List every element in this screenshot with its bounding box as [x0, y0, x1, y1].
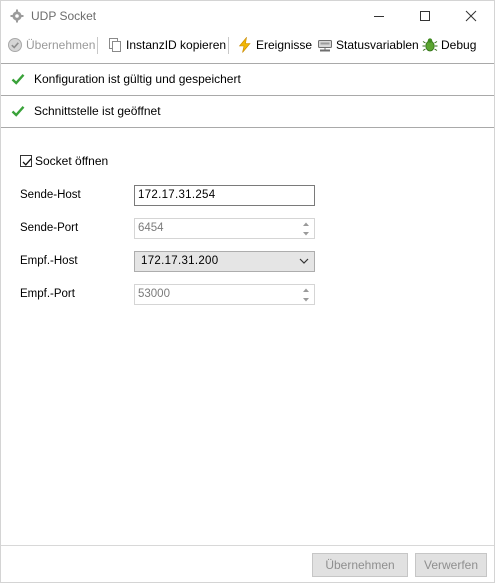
recv-port-label: Empf.-Port — [20, 288, 75, 300]
window-title: UDP Socket — [31, 9, 97, 23]
dialog-window: UDP Socket Übernehmen InstanzID kopieren — [0, 0, 495, 583]
decrement-button[interactable] — [298, 229, 314, 238]
minimize-button[interactable] — [356, 1, 402, 31]
chevron-down-icon — [303, 231, 309, 235]
recv-port-stepper[interactable]: 53000 — [134, 284, 315, 305]
title-bar[interactable]: UDP Socket — [1, 1, 494, 31]
apply-toolbar-label: Übernehmen — [26, 38, 96, 52]
lightning-icon — [238, 37, 251, 53]
events-button[interactable]: Ereignisse — [237, 33, 312, 57]
apply-toolbar-button[interactable]: Übernehmen — [7, 33, 95, 57]
check-circle-icon — [8, 38, 22, 52]
open-socket-checkbox[interactable]: Socket öffnen — [20, 153, 108, 169]
chevron-up-icon — [303, 222, 309, 226]
close-button[interactable] — [448, 1, 494, 31]
status-text: Konfiguration ist gültig und gespeichert — [34, 72, 241, 86]
status-variables-button[interactable]: Statusvariablen — [317, 33, 419, 57]
toolbar: Übernehmen InstanzID kopieren Ereignisse — [1, 33, 494, 57]
spin-buttons — [298, 219, 314, 238]
debug-button[interactable]: Debug — [422, 33, 476, 57]
copy-instance-id-button[interactable]: InstanzID kopieren — [107, 33, 226, 57]
status-text: Schnittstelle ist geöffnet — [34, 104, 161, 118]
gear-icon — [10, 9, 24, 23]
apply-button[interactable]: Übernehmen — [312, 553, 408, 577]
bug-icon — [422, 38, 438, 52]
toolbar-separator — [228, 37, 229, 54]
debug-label: Debug — [441, 38, 477, 52]
checkbox-box[interactable] — [20, 155, 32, 167]
status-variables-label: Statusvariablen — [336, 38, 419, 52]
decrement-button[interactable] — [298, 295, 314, 304]
recv-host-select[interactable]: 172.17.31.200 — [134, 251, 315, 272]
events-label: Ereignisse — [256, 38, 313, 52]
maximize-icon — [420, 11, 430, 21]
send-host-label: Sende-Host — [20, 189, 81, 201]
send-host-value: 172.17.31.254 — [138, 189, 216, 201]
divider — [1, 127, 494, 128]
copy-instance-id-label: InstanzID kopieren — [126, 38, 227, 52]
minimize-icon — [374, 16, 384, 17]
checkmark-icon — [11, 106, 25, 117]
send-port-stepper[interactable]: 6454 — [134, 218, 315, 239]
send-port-value: 6454 — [138, 222, 164, 234]
network-icon — [318, 40, 332, 52]
close-icon — [465, 10, 477, 22]
discard-button[interactable]: Verwerfen — [415, 553, 487, 577]
toolbar-separator — [97, 37, 98, 54]
recv-host-value: 172.17.31.200 — [141, 255, 219, 267]
copy-icon — [109, 38, 121, 52]
increment-button[interactable] — [298, 285, 314, 294]
open-socket-label: Socket öffnen — [35, 154, 109, 168]
checkmark-icon — [22, 158, 32, 166]
chevron-down-icon — [303, 297, 309, 301]
spin-buttons — [298, 285, 314, 304]
chevron-down-icon — [299, 258, 309, 264]
checkmark-icon — [11, 74, 25, 85]
recv-host-label: Empf.-Host — [20, 255, 78, 267]
send-port-label: Sende-Port — [20, 222, 79, 234]
send-host-input[interactable]: 172.17.31.254 — [134, 185, 315, 206]
recv-port-value: 53000 — [138, 288, 170, 300]
footer-divider — [1, 545, 494, 546]
status-interface-open: Schnittstelle ist geöffnet — [1, 96, 494, 127]
increment-button[interactable] — [298, 219, 314, 228]
chevron-up-icon — [303, 288, 309, 292]
status-config-valid: Konfiguration ist gültig und gespeichert — [1, 64, 494, 95]
maximize-button[interactable] — [402, 1, 448, 31]
